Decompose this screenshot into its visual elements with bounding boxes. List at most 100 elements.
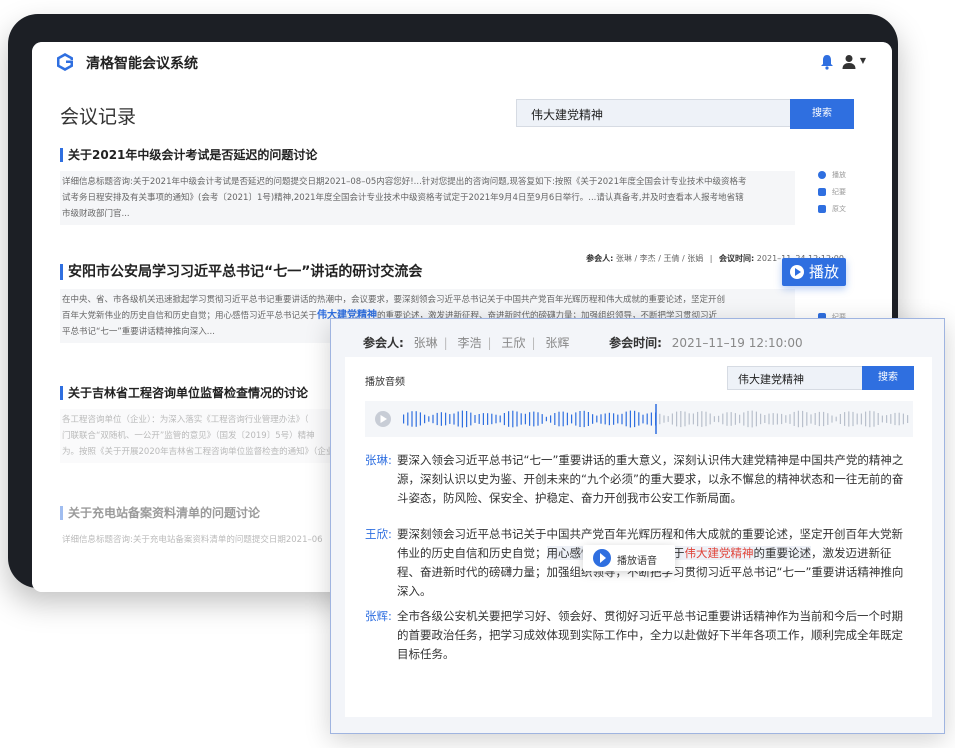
waveform-bar [571, 414, 573, 424]
waveform-bar [818, 411, 820, 427]
summary-action[interactable]: 纪要 [818, 185, 858, 202]
waveform-bar [428, 416, 430, 422]
popup-search-button[interactable]: 搜索 [862, 366, 914, 390]
user-menu-caret-icon[interactable]: ▼ [860, 56, 866, 65]
waveform-bar [474, 415, 476, 423]
record-title[interactable]: 安阳市公安局学习习近平总书记“七一”讲话的研讨交流会 [60, 264, 850, 280]
waveform-bar [688, 413, 690, 425]
popup-body: 播放音频 伟大建党精神 搜索 张琳: 要深入领会习近平总书记“七一”重要讲话的重… [345, 357, 932, 717]
action-label: 播放 [832, 171, 846, 179]
search-input[interactable]: 伟大建党精神 [516, 99, 790, 127]
waveform-svg[interactable] [365, 401, 913, 437]
waveform-bar [403, 414, 405, 424]
waveform-bar [491, 413, 493, 425]
waveform-bar [785, 415, 787, 423]
waveform-bar [894, 412, 896, 426]
waveform-bar [831, 415, 833, 423]
waveform-bar [877, 413, 879, 425]
participant-name: 张琳 [413, 336, 438, 350]
waveform-bar [739, 414, 741, 424]
waveform-bar [634, 410, 636, 428]
waveform-bar [789, 414, 791, 424]
waveform-bar [873, 411, 875, 427]
time-label: 会议时间: [719, 254, 755, 263]
speaker-name: 张琳: [365, 453, 392, 467]
waveform-bar [865, 411, 867, 427]
edit-icon [818, 188, 826, 196]
record-title[interactable]: 关于2021年中级会计考试是否延迟的问题讨论 [60, 148, 850, 162]
original-action[interactable]: 原文 [818, 202, 858, 219]
waveform-bar [419, 412, 421, 426]
waveform-bar [621, 413, 623, 425]
waveform-bar [713, 416, 715, 422]
waveform-bar [415, 411, 417, 427]
play-button-label: 播放 [809, 263, 840, 281]
waveform-bar [541, 414, 543, 424]
waveform-bar [823, 411, 825, 427]
waveform-bar [440, 412, 442, 426]
waveform-bar [617, 414, 619, 424]
record-desc-line: 市级财政部门官... [62, 209, 130, 219]
waveform-bar [424, 414, 426, 424]
waveform-bar [466, 411, 468, 428]
waveform-bar [550, 415, 552, 423]
waveform-bar [470, 412, 472, 426]
waveform-bar [407, 412, 409, 426]
waveform-bar [575, 412, 577, 426]
waveform-bar [663, 415, 665, 423]
audio-waveform[interactable] [365, 401, 913, 437]
record-desc-line: 试考务日程安排及有关事项的通知》(会考〔2021〕1号)精神,2021年度全国会… [62, 193, 744, 203]
waveform-bar [839, 414, 841, 424]
waveform-bar [487, 413, 489, 425]
waveform-bar [499, 415, 501, 423]
waveform-bar [583, 410, 585, 428]
waveform-bar [604, 413, 606, 425]
popup-search-input[interactable]: 伟大建党精神 [727, 366, 863, 390]
search-button[interactable]: 搜索 [790, 99, 854, 129]
time-value: 2021–11–19 12:10:00 [671, 336, 803, 350]
waveform-bar [638, 412, 640, 426]
logo-icon [57, 53, 73, 71]
waveform-bar [881, 415, 883, 423]
action-label: 纪要 [832, 188, 846, 196]
waveform-bar [764, 415, 766, 423]
waveform-bar [516, 411, 518, 427]
waveform-bar [671, 413, 673, 425]
record-desc: 详细信息标题咨询:关于2021年中级会计考试是否延迟的问题提交日期2021–08… [60, 171, 795, 225]
waveform-bar [890, 414, 892, 424]
waveform-bar [781, 413, 783, 425]
speech-item: 张辉: 全市各级公安机关要把学习好、领会好、贯彻好习近平总书记重要讲话精神作为当… [365, 607, 913, 664]
waveform-bar [684, 411, 686, 427]
waveform-bar [545, 416, 547, 422]
record-desc-line: 详细信息标题咨询:关于2021年中级会计考试是否延迟的问题提交日期2021–08… [62, 177, 747, 187]
bell-icon[interactable] [820, 54, 834, 70]
waveform-bar [697, 411, 699, 427]
waveform-bar [680, 411, 682, 428]
play-voice-tooltip[interactable]: 播放语音 [583, 545, 675, 571]
waveform-bar [810, 414, 812, 424]
waveform-bar [760, 413, 762, 425]
play-button[interactable]: 播放 [782, 258, 846, 286]
participants-label: 参会人: [363, 336, 404, 350]
record-item[interactable]: 关于2021年中级会计考试是否延迟的问题讨论 详细信息标题咨询:关于2021年中… [60, 148, 850, 263]
waveform-bar [886, 415, 888, 423]
waveform-bar [743, 412, 745, 426]
waveform-bar [898, 412, 900, 426]
top-bar: 清格智能会议系统 ▼ [32, 42, 892, 83]
waveform-bar [730, 412, 732, 426]
waveform-bar [558, 411, 560, 427]
waveform-bar [524, 413, 526, 425]
waveform-bar [587, 412, 589, 426]
waveform-bar [625, 411, 627, 427]
waveform-bar [772, 413, 774, 425]
waveform-bar [608, 412, 610, 426]
waveform-bar [806, 412, 808, 426]
participant-name: 王欣 [501, 336, 526, 350]
waveform-bar [432, 414, 434, 424]
waveform-bar [596, 415, 598, 423]
document-icon [818, 205, 826, 213]
user-icon[interactable] [842, 54, 856, 70]
play-action[interactable]: 播放 [818, 168, 858, 185]
waveform-bar [445, 412, 447, 426]
waveform-bar [814, 413, 816, 425]
